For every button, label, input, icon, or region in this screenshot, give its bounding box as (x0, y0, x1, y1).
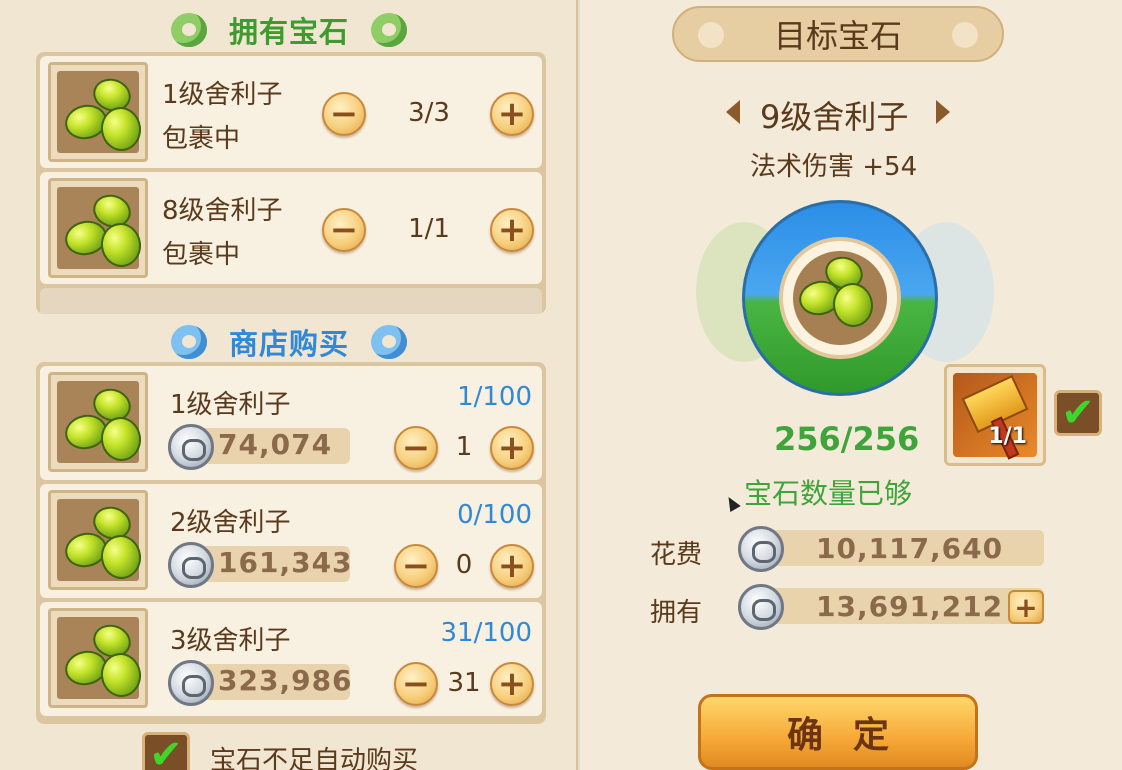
gem-name: 3级舍利子 (170, 626, 291, 656)
swirl-icon (170, 325, 207, 359)
owned-value: 13,691,212 (816, 590, 1004, 623)
add-currency-button[interactable]: + (1008, 590, 1044, 624)
shop-section-title: 商店购买 (0, 320, 578, 364)
check-icon: ✔ (149, 732, 183, 770)
gem-thumbnail (48, 372, 148, 472)
plus-icon: + (497, 210, 527, 250)
left-panel: 拥有宝石 1级舍利子 包裹中 − 3/3 + 8级舍利子 包裹中 − 1/1 +… (0, 0, 578, 770)
price-value: 323,986 (218, 664, 353, 697)
price-value: 161,343 (218, 546, 353, 579)
right-panel: 目标宝石 9级舍利子 法术伤害 +54 1/1 ✔ 256/256 宝石数量已够… (580, 0, 1122, 770)
gem-icon (98, 104, 144, 154)
list-item[interactable]: 1级舍利子 1/100 74,074 − 1 + (40, 366, 542, 480)
swirl-icon (371, 13, 407, 47)
gem-thumbnail (48, 178, 148, 278)
cost-value: 10,117,640 (816, 532, 1004, 565)
gem-name: 1级舍利子 (170, 390, 291, 420)
purchase-quota: 0/100 (457, 500, 532, 530)
silver-coin-icon (738, 526, 784, 572)
auto-buy-checkbox[interactable]: ✔ (142, 732, 190, 770)
confirm-label: 确定 (786, 715, 919, 756)
owned-section-title: 拥有宝石 (0, 8, 578, 52)
hammer-count: 1/1 (988, 424, 1027, 449)
gem-thumbnail (48, 62, 148, 162)
mouse-cursor-icon (723, 493, 741, 513)
target-gem-name: 9级舍利子 (760, 98, 909, 136)
list-item[interactable]: 2级舍利子 0/100 161,343 − 0 + (40, 484, 542, 598)
gem-name: 8级舍利子 (162, 196, 283, 226)
plus-icon: + (497, 428, 527, 468)
gem-status: 包裹中 (162, 240, 241, 270)
auto-buy-label: 宝石不足自动购买 (210, 746, 419, 770)
target-title-banner: 目标宝石 (672, 6, 1004, 62)
gem-thumbnail (48, 490, 148, 590)
minus-icon: − (401, 428, 431, 468)
list-item[interactable] (40, 288, 542, 314)
silver-coin-icon (168, 660, 214, 706)
minus-icon: − (401, 546, 431, 586)
next-gem-arrow-icon[interactable] (936, 100, 950, 124)
swirl-icon (371, 325, 407, 359)
list-item[interactable]: 1级舍利子 包裹中 − 3/3 + (40, 56, 542, 168)
target-title: 目标宝石 (773, 17, 902, 55)
hammer-item[interactable]: 1/1 (944, 364, 1046, 466)
list-item[interactable]: 8级舍利子 包裹中 − 1/1 + (40, 172, 542, 284)
owned-title: 拥有宝石 (228, 15, 349, 49)
swirl-icon (170, 13, 207, 47)
purchase-quota: 31/100 (440, 618, 532, 648)
gem-count: 1/1 (408, 214, 450, 244)
purchase-quota: 1/100 (457, 382, 532, 412)
minus-icon: − (401, 664, 431, 704)
gem-name: 1级舍利子 (162, 80, 283, 110)
buy-count: 31 (447, 668, 481, 698)
gem-icon (98, 220, 144, 270)
gem-icon (98, 414, 144, 464)
check-icon: ✔ (1061, 390, 1095, 436)
hammer-checkbox[interactable]: ✔ (1054, 390, 1102, 436)
shop-title: 商店购买 (228, 327, 349, 361)
gem-status-text: 宝石数量已够 (744, 477, 913, 510)
buy-count: 1 (455, 432, 473, 462)
silver-coin-icon (738, 584, 784, 630)
gem-icon (98, 650, 144, 700)
minus-button[interactable]: − (394, 426, 438, 470)
gem-icon (98, 532, 144, 582)
minus-button[interactable]: − (394, 662, 438, 706)
buy-count: 0 (455, 550, 473, 580)
plus-icon: + (497, 664, 527, 704)
gem-thumbnail (48, 608, 148, 708)
minus-button[interactable]: − (322, 92, 366, 136)
plus-button[interactable]: + (490, 208, 534, 252)
price-value: 74,074 (218, 428, 333, 461)
gem-count: 3/3 (408, 98, 450, 128)
owned-label: 拥有 (650, 598, 703, 628)
gem-status: 包裹中 (162, 124, 241, 154)
gem-effect: 法术伤害 +54 (750, 152, 918, 182)
gem-name: 2级舍利子 (170, 508, 291, 538)
shop-list[interactable]: 1级舍利子 1/100 74,074 − 1 + 2级舍利子 0/100 161… (36, 362, 546, 724)
minus-button[interactable]: − (394, 544, 438, 588)
plus-icon: + (497, 546, 527, 586)
confirm-button[interactable]: 确定 (698, 694, 978, 770)
minus-button[interactable]: − (322, 208, 366, 252)
prev-gem-arrow-icon[interactable] (726, 100, 740, 124)
plus-button[interactable]: + (490, 92, 534, 136)
silver-coin-icon (168, 542, 214, 588)
plus-button[interactable]: + (490, 662, 534, 706)
minus-icon: − (329, 210, 359, 250)
silver-coin-icon (168, 424, 214, 470)
plus-icon: + (497, 94, 527, 134)
plus-button[interactable]: + (490, 544, 534, 588)
owned-list[interactable]: 1级舍利子 包裹中 − 3/3 + 8级舍利子 包裹中 − 1/1 + (36, 52, 546, 314)
gem-progress: 256/256 (774, 420, 920, 458)
minus-icon: − (329, 94, 359, 134)
plus-icon: + (1014, 590, 1038, 624)
plus-button[interactable]: + (490, 426, 534, 470)
gem-ring (742, 200, 938, 396)
list-item[interactable]: 3级舍利子 31/100 323,986 − 31 + (40, 602, 542, 716)
cost-label: 花费 (650, 540, 703, 570)
